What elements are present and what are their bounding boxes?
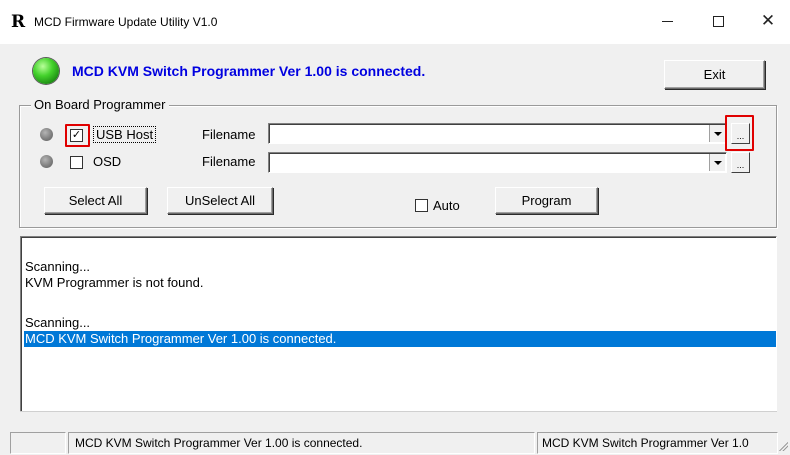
usb-host-filename-combobox[interactable]	[268, 123, 727, 144]
app-logo-icon: R	[11, 12, 26, 32]
log-line[interactable]	[24, 291, 776, 307]
usb-host-status-led	[40, 128, 53, 141]
log-line[interactable]: KVM Programmer is not found.	[24, 275, 776, 291]
auto-label[interactable]: Auto	[433, 198, 460, 213]
connection-status-led	[33, 58, 59, 84]
osd-checkbox[interactable]	[70, 156, 83, 169]
close-icon: ✕	[760, 11, 776, 30]
usb-host-label[interactable]: USB Host	[93, 126, 157, 143]
usb-host-dropdown-arrow[interactable]	[709, 125, 725, 142]
osd-browse-button[interactable]: ...	[731, 152, 750, 173]
usb-host-checkbox[interactable]: ✓	[70, 129, 83, 142]
status-pane-empty	[10, 432, 66, 454]
osd-filename-combobox[interactable]	[268, 152, 727, 173]
log-line-selected[interactable]: MCD KVM Switch Programmer Ver 1.00 is co…	[24, 331, 776, 347]
auto-checkbox[interactable]	[415, 199, 428, 212]
status-pane-message: MCD KVM Switch Programmer Ver 1.00 is co…	[68, 432, 535, 454]
chevron-down-icon	[713, 160, 722, 165]
osd-dropdown-arrow[interactable]	[709, 154, 725, 171]
usb-host-browse-button[interactable]: ...	[731, 123, 750, 144]
usb-host-filename-label: Filename	[202, 127, 256, 142]
log-line[interactable]: Scanning...	[24, 315, 776, 331]
close-button[interactable]: ✕	[746, 4, 790, 38]
status-pane-version: MCD KVM Switch Programmer Ver 1.0	[537, 432, 778, 454]
chevron-down-icon	[713, 131, 722, 136]
program-button[interactable]: Program	[495, 187, 598, 214]
log-line[interactable]: Scanning...	[24, 259, 776, 275]
osd-label[interactable]: OSD	[93, 154, 121, 169]
unselect-all-button[interactable]: UnSelect All	[167, 187, 273, 214]
select-all-button[interactable]: Select All	[44, 187, 147, 214]
osd-filename-label: Filename	[202, 154, 256, 169]
horizontal-scrollbar[interactable]	[20, 411, 777, 425]
status-bar: MCD KVM Switch Programmer Ver 1.00 is co…	[0, 430, 790, 455]
connection-status-text: MCD KVM Switch Programmer Ver 1.00 is co…	[72, 63, 426, 79]
group-label: On Board Programmer	[31, 97, 169, 112]
minimize-icon	[661, 20, 673, 22]
maximize-icon	[712, 15, 724, 27]
osd-status-led	[40, 155, 53, 168]
maximize-button[interactable]	[696, 4, 740, 38]
title-bar: R MCD Firmware Update Utility V1.0 ✕	[0, 0, 790, 44]
log-listbox[interactable]: Scanning... KVM Programmer is not found.…	[20, 236, 777, 419]
exit-button[interactable]: Exit	[664, 60, 765, 89]
minimize-button[interactable]	[645, 4, 689, 38]
window-title: MCD Firmware Update Utility V1.0	[34, 15, 218, 29]
resize-grip-icon[interactable]	[779, 441, 788, 451]
